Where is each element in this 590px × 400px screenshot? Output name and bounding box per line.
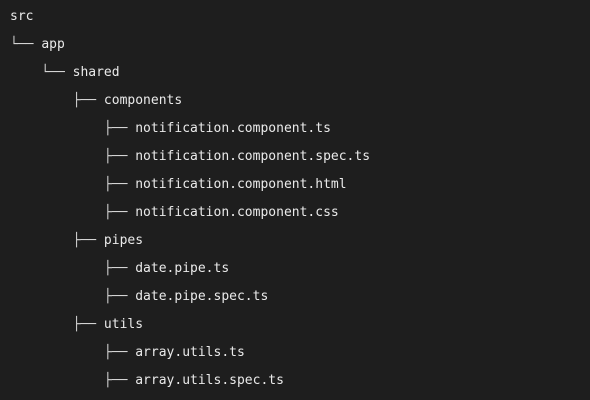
folder-name-shared: shared	[72, 65, 120, 80]
folder-name-utils: utils	[103, 317, 144, 332]
tree-line-pipes: ├── pipes	[10, 231, 590, 259]
tree-line-date-pipe-spec-ts: ├── date.pipe.spec.ts	[10, 287, 590, 315]
tree-line-utils: ├── utils	[10, 315, 590, 343]
folder-name-pipes: pipes	[103, 233, 144, 248]
tree-branch-connector: ├──	[10, 233, 104, 248]
tree-line-src: src	[10, 7, 590, 35]
tree-line-array-utils-spec-ts: ├── array.utils.spec.ts	[10, 371, 590, 399]
file-name-notification-component-html: notification.component.html	[135, 177, 347, 192]
tree-line-notification-component-html: ├── notification.component.html	[10, 175, 590, 203]
tree-branch-connector: ├──	[10, 373, 136, 388]
tree-branch-connector: ├──	[10, 205, 136, 220]
file-name-array-utils-ts: array.utils.ts	[135, 345, 245, 360]
tree-line-shared: └── shared	[10, 63, 590, 91]
tree-branch-connector: ├──	[10, 149, 136, 164]
tree-line-date-pipe-ts: ├── date.pipe.ts	[10, 259, 590, 287]
file-name-date-pipe-ts: date.pipe.ts	[135, 261, 230, 276]
tree-branch-connector: └──	[10, 65, 73, 80]
file-name-notification-component-ts: notification.component.ts	[135, 121, 331, 136]
tree-branch-connector: ├──	[10, 93, 104, 108]
tree-branch-connector: └──	[10, 37, 42, 52]
tree-line-notification-component-ts: ├── notification.component.ts	[10, 119, 590, 147]
tree-branch-connector: ├──	[10, 345, 136, 360]
tree-branch-connector: ├──	[10, 177, 136, 192]
file-name-notification-component-spec-ts: notification.component.spec.ts	[135, 149, 371, 164]
folder-name-app: app	[41, 37, 65, 52]
tree-branch-connector: ├──	[10, 261, 136, 276]
file-name-array-utils-spec-ts: array.utils.spec.ts	[135, 373, 284, 388]
file-name-date-pipe-spec-ts: date.pipe.spec.ts	[135, 289, 269, 304]
folder-name-components: components	[103, 93, 183, 108]
tree-branch-connector: ├──	[10, 121, 136, 136]
folder-name-src: src	[10, 9, 34, 24]
tree-line-components: ├── components	[10, 91, 590, 119]
tree-line-notification-component-spec-ts: ├── notification.component.spec.ts	[10, 147, 590, 175]
tree-line-app: └── app	[10, 35, 590, 63]
tree-branch-connector: ├──	[10, 289, 136, 304]
directory-tree-code-block: src └── app └── shared ├── components ├─…	[0, 0, 590, 400]
tree-line-array-utils-ts: ├── array.utils.ts	[10, 343, 590, 371]
tree-line-notification-component-css: ├── notification.component.css	[10, 203, 590, 231]
tree-branch-connector: ├──	[10, 317, 104, 332]
file-name-notification-component-css: notification.component.css	[135, 205, 339, 220]
